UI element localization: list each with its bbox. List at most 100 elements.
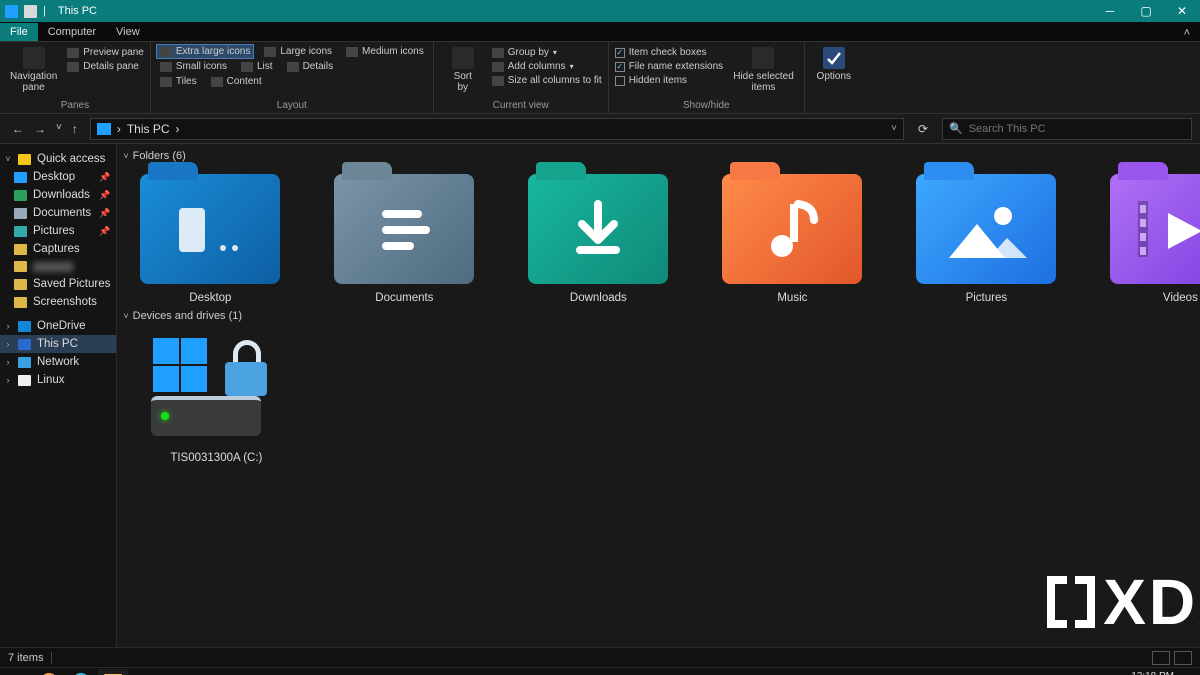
minimize-button[interactable]: ─ — [1092, 0, 1128, 22]
linux-icon — [18, 375, 31, 386]
search-box[interactable]: 🔍 — [942, 118, 1192, 140]
sidebar-saved-pictures[interactable]: Saved Pictures — [0, 275, 116, 293]
download-icon — [14, 190, 27, 201]
taskbar-edge[interactable] — [66, 669, 96, 675]
sidebar-screenshots[interactable]: Screenshots — [0, 293, 116, 311]
breadcrumb[interactable]: This PC — [127, 122, 170, 136]
refresh-button[interactable]: ⟳ — [912, 122, 934, 136]
recent-locations-button[interactable]: ˅ — [56, 122, 62, 136]
folder-label: Downloads — [570, 292, 627, 304]
hidden-items-toggle[interactable]: Hidden items — [615, 75, 724, 86]
forward-button[interactable]: → — [34, 122, 46, 136]
grid-icon — [160, 47, 172, 57]
folder-label: Desktop — [189, 292, 231, 304]
sort-by-button[interactable]: Sort by — [440, 45, 486, 95]
window-title: This PC — [52, 5, 97, 17]
drive-label: TIS0031300A (C:) — [170, 452, 262, 464]
layout-medium[interactable]: Medium icons — [343, 45, 427, 58]
ribbon-tabs: File Computer View ˄ — [0, 22, 1200, 42]
sidebar-captures[interactable]: Captures — [0, 240, 116, 258]
address-dropdown-button[interactable]: ˅ — [891, 123, 897, 134]
section-drives-header[interactable]: ˅ Devices and drives (1) — [117, 304, 1200, 328]
checkbox-icon — [615, 76, 625, 86]
sidebar-linux[interactable]: ›Linux — [0, 371, 116, 389]
app-icon — [5, 5, 18, 18]
ribbon-collapse-button[interactable]: ˄ — [1174, 25, 1200, 41]
back-button[interactable]: ← — [12, 122, 24, 136]
layout-large[interactable]: Large icons — [261, 45, 335, 58]
desktop-folder-icon — [140, 174, 280, 284]
sidebar-blurred-folder[interactable] — [0, 258, 116, 275]
folder-desktop[interactable]: Desktop — [131, 168, 289, 304]
sidebar-network[interactable]: ›Network — [0, 353, 116, 371]
layout-tiles[interactable]: Tiles — [157, 75, 200, 88]
navigation-pane-icon — [23, 47, 45, 69]
layout-small[interactable]: Small icons — [157, 60, 230, 73]
qat-divider: | — [43, 5, 46, 17]
thumbnails-view-button[interactable] — [1174, 651, 1192, 665]
taskbar-edge-canary[interactable] — [34, 669, 64, 675]
navigation-tree[interactable]: ˅Quick access Desktop📌 Downloads📌 Docume… — [0, 144, 117, 647]
group-by-button[interactable]: Group by ▾ — [492, 47, 602, 58]
drive-icon — [141, 334, 291, 444]
grid-icon — [264, 47, 276, 57]
size-columns-button[interactable]: Size all columns to fit — [492, 75, 602, 86]
tab-file[interactable]: File — [0, 23, 38, 41]
sidebar-downloads[interactable]: Downloads📌 — [0, 186, 116, 204]
details-pane-label: Details pane — [83, 61, 139, 72]
layout-extra-large[interactable]: Extra large icons — [157, 45, 253, 58]
maximize-button[interactable]: ▢ — [1128, 0, 1164, 22]
taskbar-clock[interactable]: 12:18 PM 6/17/2021 — [1130, 672, 1175, 675]
folder-pictures[interactable]: Pictures — [907, 168, 1065, 304]
sidebar-quick-access[interactable]: ˅Quick access — [0, 150, 116, 168]
taskbar-file-explorer[interactable] — [98, 669, 128, 675]
folder-icon — [14, 261, 27, 272]
title-bar: | This PC ─ ▢ ✕ — [0, 0, 1200, 22]
folder-documents[interactable]: Documents — [325, 168, 483, 304]
group-icon — [492, 48, 504, 58]
sidebar-onedrive[interactable]: ›OneDrive — [0, 317, 116, 335]
search-input[interactable] — [969, 123, 1185, 135]
details-pane-button[interactable]: Details pane — [67, 61, 144, 72]
folder-videos[interactable]: Videos — [1101, 168, 1200, 304]
item-checkboxes-toggle[interactable]: ✓Item check boxes — [615, 47, 724, 58]
details-view-button[interactable] — [1152, 651, 1170, 665]
layout-content[interactable]: Content — [208, 75, 265, 88]
address-bar[interactable]: › This PC › ˅ — [90, 118, 904, 140]
preview-pane-label: Preview pane — [83, 47, 144, 58]
preview-pane-button[interactable]: Preview pane — [67, 47, 144, 58]
ribbon: Navigation pane Preview pane Details pan… — [0, 42, 1200, 114]
folder-music[interactable]: Music — [713, 168, 871, 304]
folder-icon — [24, 5, 37, 18]
up-button[interactable]: ↑ — [72, 122, 78, 136]
section-folders-header[interactable]: ˅ Folders (6) — [117, 144, 1200, 168]
folder-downloads[interactable]: Downloads — [519, 168, 677, 304]
chevron-down-icon: ˅ — [123, 311, 128, 321]
file-extensions-toggle[interactable]: ✓File name extensions — [615, 61, 724, 72]
taskbar: 🌧 17°C Rain showers ˄ ◆ ☁ ᚼ ▢ ⋔ 🔊 🔋 12:1… — [0, 667, 1200, 675]
grid-icon — [346, 47, 358, 57]
start-button[interactable] — [2, 669, 32, 675]
close-button[interactable]: ✕ — [1164, 0, 1200, 22]
sidebar-this-pc[interactable]: ›This PC — [0, 335, 116, 353]
layout-details[interactable]: Details — [284, 60, 337, 73]
navigation-pane-button[interactable]: Navigation pane — [6, 45, 61, 95]
sidebar-documents[interactable]: Documents📌 — [0, 204, 116, 222]
group-options: Options — [805, 42, 863, 113]
tab-computer[interactable]: Computer — [38, 23, 106, 41]
hide-selected-button[interactable]: Hide selected items — [729, 45, 798, 95]
sidebar-pictures[interactable]: Pictures📌 — [0, 222, 116, 240]
options-button[interactable]: Options — [811, 45, 857, 84]
music-folder-icon — [722, 174, 862, 284]
layout-list[interactable]: List — [238, 60, 276, 73]
hide-icon — [752, 47, 774, 69]
tab-view[interactable]: View — [106, 23, 150, 41]
content-icon — [211, 77, 223, 87]
cloud-icon — [18, 321, 31, 332]
add-columns-button[interactable]: Add columns ▾ — [492, 61, 602, 72]
drive-c[interactable]: TIS0031300A (C:) — [131, 328, 301, 464]
sidebar-desktop[interactable]: Desktop📌 — [0, 168, 116, 186]
section-drives-label: Devices and drives (1) — [133, 310, 242, 322]
chevron-down-icon: ˅ — [123, 151, 128, 161]
section-folders-label: Folders (6) — [133, 150, 186, 162]
